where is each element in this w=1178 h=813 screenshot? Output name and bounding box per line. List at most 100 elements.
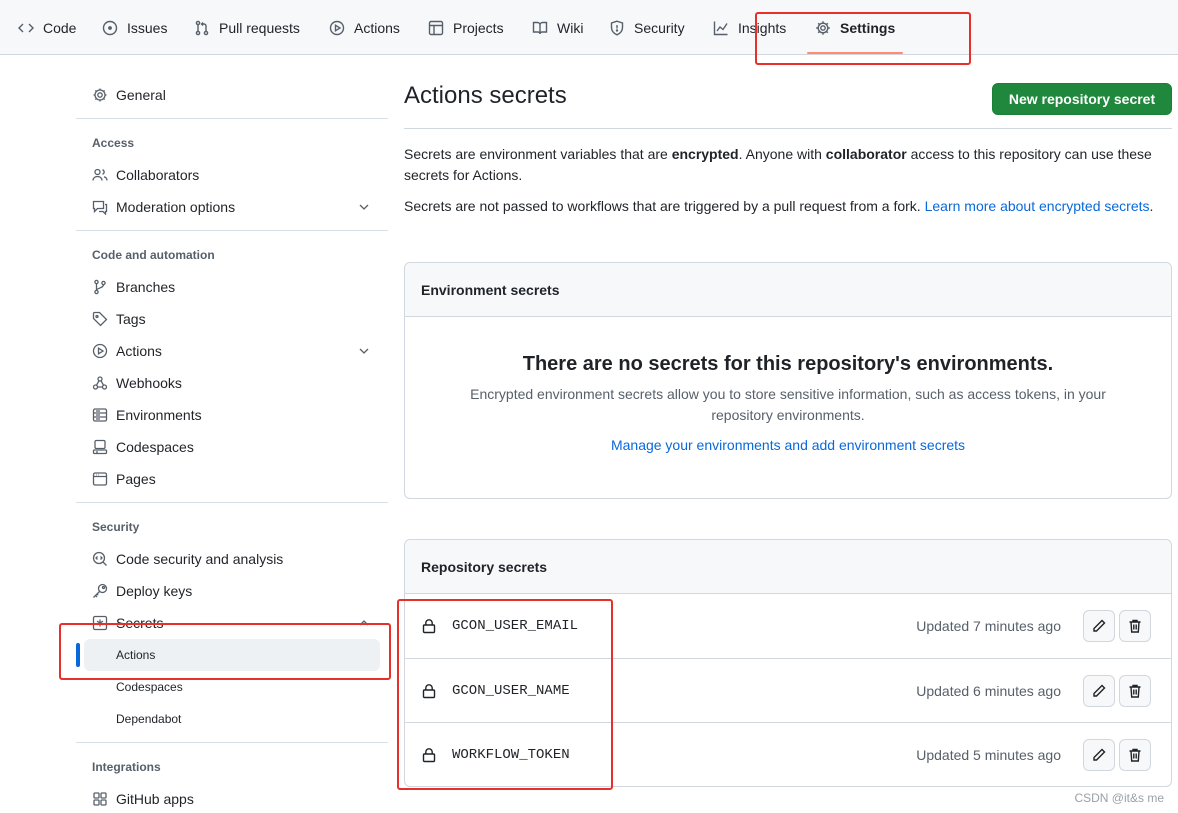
sidebar-divider: [76, 230, 388, 231]
key-icon: [93, 583, 108, 598]
browser-icon: [92, 472, 108, 486]
sidebar-item-tags[interactable]: Tags: [84, 304, 384, 334]
sidebar-item-actions[interactable]: Actions: [84, 336, 384, 366]
secret-row: GCON_USER_NAME Updated 6 minutes ago: [405, 658, 1171, 722]
pencil-icon: [1093, 684, 1106, 697]
sidebar-subitem-codespaces[interactable]: Codespaces: [84, 671, 380, 703]
pencil-icon: [1093, 748, 1106, 761]
tab-security[interactable]: Security: [609, 0, 685, 55]
tab-wiki[interactable]: Wiki: [532, 0, 583, 55]
delete-secret-button[interactable]: [1119, 675, 1151, 707]
sidebar-item-environments[interactable]: Environments: [84, 400, 384, 430]
sidebar-item-code-security[interactable]: Code security and analysis: [84, 544, 384, 574]
lock-icon: [422, 619, 436, 634]
sidebar-item-webhooks[interactable]: Webhooks: [84, 368, 384, 398]
sidebar-item-collaborators[interactable]: Collaborators: [84, 160, 384, 190]
tab-pull-requests[interactable]: Pull requests: [194, 0, 300, 55]
trash-icon: [1129, 684, 1141, 698]
sidebar-item-codespaces[interactable]: Codespaces: [84, 432, 384, 462]
sidebar-divider: [76, 742, 388, 743]
sidebar-divider: [76, 118, 388, 119]
secret-updated: Updated 6 minutes ago: [916, 683, 1061, 699]
codespaces-icon: [92, 439, 108, 455]
secret-name: WORKFLOW_TOKEN: [452, 747, 570, 763]
learn-more-link[interactable]: Learn more about encrypted secrets: [925, 198, 1150, 214]
chevron-down-icon[interactable]: [356, 199, 372, 215]
trash-icon: [1129, 748, 1141, 762]
graph-icon: [713, 21, 728, 35]
secret-name: GCON_USER_NAME: [452, 683, 570, 699]
active-tab-underline: [807, 52, 903, 54]
comment-icon: [92, 200, 108, 215]
sidebar-divider: [76, 502, 388, 503]
sidebar-item-secrets[interactable]: Secrets: [84, 608, 384, 638]
sidebar-item-pages[interactable]: Pages: [84, 464, 384, 494]
environment-secrets-box: Environment secrets There are no secrets…: [404, 262, 1172, 499]
new-repository-secret-button[interactable]: New repository secret: [992, 83, 1172, 115]
apps-icon: [93, 792, 107, 806]
lock-icon: [422, 684, 436, 699]
play-icon: [329, 20, 345, 35]
sidebar-item-github-apps[interactable]: GitHub apps: [84, 784, 384, 813]
edit-secret-button[interactable]: [1083, 739, 1115, 771]
trash-icon: [1129, 619, 1141, 633]
manage-environments-link[interactable]: Manage your environments and add environ…: [405, 437, 1171, 453]
people-icon: [92, 168, 108, 181]
gear-icon: [816, 20, 830, 35]
secret-row: WORKFLOW_TOKEN Updated 5 minutes ago: [405, 722, 1171, 786]
delete-secret-button[interactable]: [1119, 739, 1151, 771]
blankslate-description: Encrypted environment secrets allow you …: [470, 386, 1106, 423]
sidebar-subitem-dependabot[interactable]: Dependabot: [84, 703, 380, 735]
tab-issues[interactable]: Issues: [102, 0, 167, 55]
code-icon: [18, 23, 34, 32]
tab-actions[interactable]: Actions: [329, 0, 400, 55]
sidebar-item-branches[interactable]: Branches: [84, 272, 384, 302]
fork-notice-paragraph: Secrets are not passed to workflows that…: [404, 198, 1154, 214]
blankslate-title: There are no secrets for this repository…: [522, 353, 1054, 375]
page-title: Actions secrets: [404, 82, 567, 109]
pencil-icon: [1093, 619, 1106, 632]
repository-secrets-heading: Repository secrets: [405, 540, 1171, 594]
tab-code[interactable]: Code: [18, 0, 76, 55]
webhook-icon: [92, 376, 108, 390]
environment-secrets-heading: Environment secrets: [405, 263, 1171, 317]
issue-icon: [102, 20, 118, 35]
secret-updated: Updated 5 minutes ago: [916, 747, 1061, 763]
sidebar-subitem-actions[interactable]: Actions: [84, 639, 380, 671]
tab-settings[interactable]: Settings: [815, 0, 895, 55]
sidebar-heading-integrations: Integrations: [92, 760, 161, 774]
sidebar-heading-code-automation: Code and automation: [92, 248, 215, 262]
chevron-up-icon[interactable]: [356, 615, 372, 631]
pull-request-icon: [195, 20, 209, 35]
secret-row: GCON_USER_EMAIL Updated 7 minutes ago: [405, 594, 1171, 658]
play-icon: [92, 343, 108, 359]
edit-secret-button[interactable]: [1083, 675, 1115, 707]
sidebar-item-deploy-keys[interactable]: Deploy keys: [84, 576, 384, 606]
tag-icon: [92, 311, 108, 327]
repository-secrets-box: Repository secrets GCON_USER_EMAIL Updat…: [404, 539, 1172, 787]
book-icon: [532, 21, 548, 34]
sidebar-item-moderation[interactable]: Moderation options: [84, 192, 384, 222]
tab-projects[interactable]: Projects: [428, 0, 504, 55]
sidebar-heading-access: Access: [92, 136, 135, 150]
branch-icon: [94, 279, 106, 295]
secret-name: GCON_USER_EMAIL: [452, 618, 579, 634]
active-item-indicator: [76, 643, 80, 667]
sidebar-item-general[interactable]: General: [84, 80, 384, 110]
edit-secret-button[interactable]: [1083, 610, 1115, 642]
gear-icon: [93, 88, 107, 102]
intro-paragraph: Secrets are environment variables that a…: [404, 146, 1152, 183]
codescan-icon: [92, 551, 107, 566]
tab-insights[interactable]: Insights: [713, 0, 786, 55]
secret-icon: [92, 615, 108, 631]
secret-updated: Updated 7 minutes ago: [916, 618, 1061, 634]
watermark: CSDN @it&s me: [1074, 791, 1164, 805]
lock-icon: [422, 748, 436, 763]
table-icon: [428, 20, 444, 35]
repo-nav: Code Issues Pull requests Actions Projec…: [0, 0, 1178, 55]
sidebar-heading-security: Security: [92, 520, 140, 534]
chevron-down-icon[interactable]: [356, 343, 372, 359]
delete-secret-button[interactable]: [1119, 610, 1151, 642]
shield-icon: [610, 19, 624, 36]
title-divider: [404, 128, 1172, 129]
